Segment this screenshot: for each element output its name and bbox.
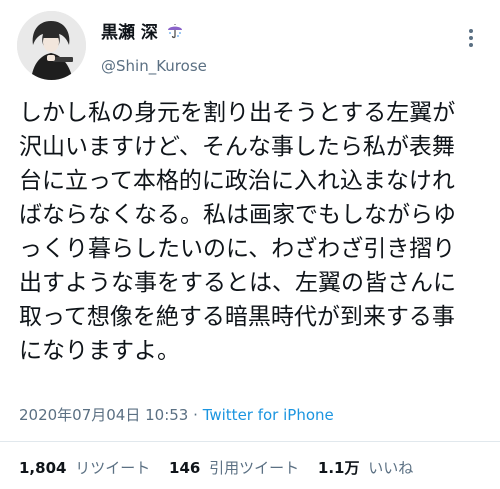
username[interactable]: @Shin_Kurose bbox=[101, 57, 207, 75]
tweet-card: 黒瀬 深 @Shin_Kurose しかし私の身元を割り出そうとする左翼が 沢山… bbox=[0, 0, 500, 489]
tweet-line: 台に立って本格的に政治に入れ込まなけれ bbox=[19, 168, 455, 194]
quotes-label: 引用ツイート bbox=[209, 459, 300, 477]
avatar[interactable] bbox=[17, 11, 86, 80]
likes-count: 1.1万 bbox=[317, 459, 360, 477]
tweet-meta: 2020年07月04日 10:53 · Twitter for iPhone bbox=[19, 404, 334, 425]
avatar-illustration bbox=[17, 11, 86, 80]
tweet-line: 取って想像を絶する暗黒時代が到来する事 bbox=[19, 304, 455, 330]
retweets-stat[interactable]: 1,804 リツイート bbox=[19, 459, 155, 477]
likes-stat[interactable]: 1.1万 いいね bbox=[318, 459, 413, 477]
umbrella-icon bbox=[167, 24, 182, 39]
display-name-text: 黒瀬 深 bbox=[101, 23, 158, 43]
tweet-line: っくり暮らしたいのに、わざわざ引き摺り bbox=[19, 236, 456, 262]
tweet-stats: 1,804 リツイート 146 引用ツイート 1.1万 いいね bbox=[19, 457, 427, 478]
tweet-line: 沢山いますけど、そんな事したら私が表舞 bbox=[19, 134, 455, 160]
tweet-text: しかし私の身元を割り出そうとする左翼が 沢山いますけど、そんな事したら私が表舞 … bbox=[19, 96, 489, 368]
quotes-count: 146 bbox=[169, 459, 201, 477]
display-name[interactable]: 黒瀬 深 bbox=[101, 18, 184, 43]
tweet-line: ばならなくなる。私は画家でもしながらゆ bbox=[19, 202, 456, 228]
quotes-stat[interactable]: 146 引用ツイート bbox=[169, 459, 304, 477]
divider bbox=[0, 441, 500, 442]
timestamp-link[interactable]: 2020年07月04日 10:53 bbox=[19, 406, 188, 424]
tweet-line: しかし私の身元を割り出そうとする左翼が bbox=[19, 100, 456, 126]
meta-separator: · bbox=[193, 406, 198, 424]
tweet-line: になりますよ。 bbox=[19, 338, 180, 364]
source-link[interactable]: Twitter for iPhone bbox=[203, 406, 334, 424]
retweets-label: リツイート bbox=[75, 459, 151, 477]
more-options-icon[interactable] bbox=[459, 26, 483, 50]
retweets-count: 1,804 bbox=[19, 459, 67, 477]
likes-label: いいね bbox=[368, 459, 414, 477]
tweet-line: 出すような事をするとは、左翼の皆さんに bbox=[19, 270, 456, 296]
